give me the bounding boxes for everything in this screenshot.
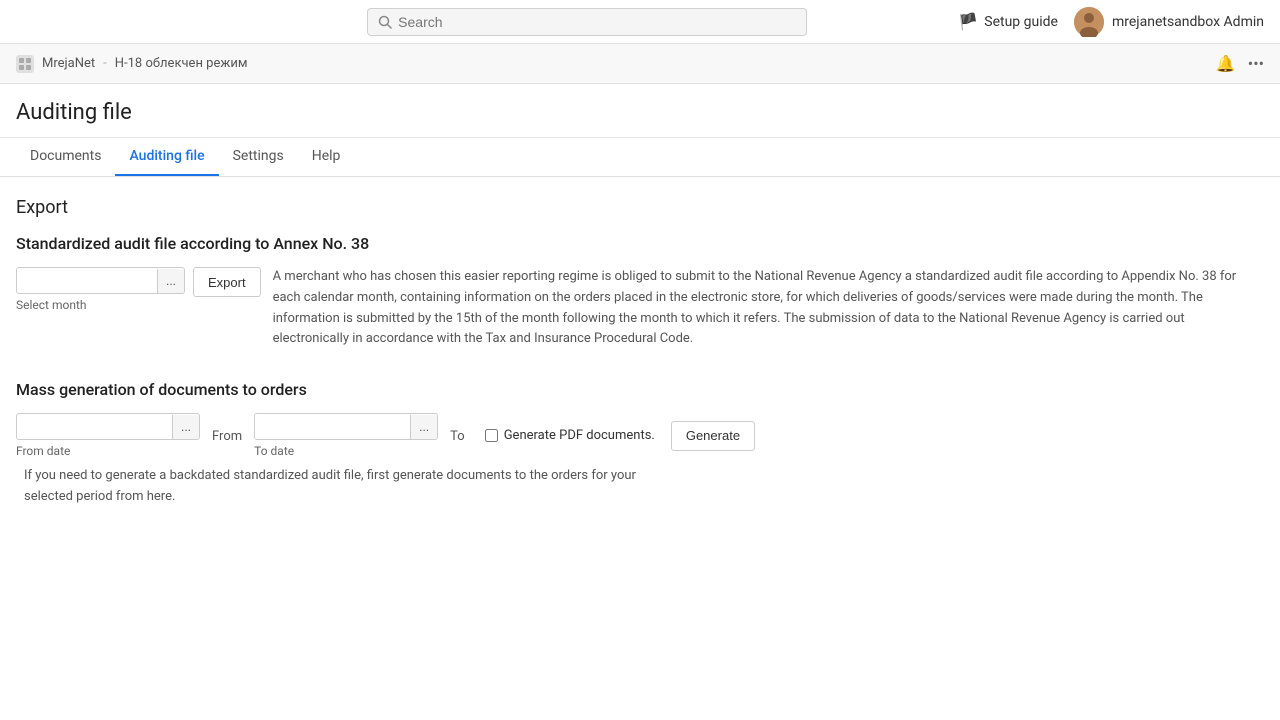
from-date-input[interactable]	[17, 414, 172, 439]
tabs-bar: Documents Auditing file Settings Help	[0, 138, 1280, 177]
from-date-selector: ...	[16, 413, 200, 440]
setup-guide-link[interactable]: 🏴 Setup guide	[958, 12, 1058, 31]
user-area[interactable]: mrejanetsandbox Admin	[1074, 7, 1264, 37]
more-options-icon[interactable]: •••	[1248, 54, 1264, 73]
search-box	[367, 8, 807, 36]
generate-pdf-label[interactable]: Generate PDF documents.	[504, 428, 655, 443]
export-section-title: Export	[16, 197, 1264, 218]
month-selector: ...	[16, 267, 185, 294]
store-name: MrejaNet	[42, 56, 95, 71]
tab-help[interactable]: Help	[298, 138, 355, 176]
annex-title: Standardized audit file according to Ann…	[16, 234, 1264, 253]
store-bar: MrejaNet - Н-18 облекчен режим 🔔 •••	[0, 44, 1280, 84]
mass-generation-section: Mass generation of documents to orders .…	[16, 380, 1264, 508]
generate-pdf-checkbox[interactable]	[485, 429, 498, 442]
to-date-group: ... To date	[254, 413, 438, 458]
search-input[interactable]	[398, 14, 796, 30]
from-label-inline: From	[212, 427, 242, 444]
to-label-inline: To	[450, 427, 465, 444]
generate-description: If you need to generate a backdated stan…	[24, 466, 644, 508]
month-input[interactable]	[17, 268, 157, 293]
store-info: MrejaNet - Н-18 облекчен режим	[16, 55, 247, 73]
search-icon	[378, 15, 392, 29]
export-section: Export Standardized audit file according…	[16, 197, 1264, 350]
month-selector-group: ... Select month	[16, 267, 185, 312]
flag-icon: 🏴	[958, 12, 978, 31]
separator: -	[103, 56, 107, 71]
top-bar-right: 🏴 Setup guide mrejanetsandbox Admin	[958, 7, 1264, 37]
main-content: Export Standardized audit file according…	[0, 177, 1280, 528]
to-date-selector: ...	[254, 413, 438, 440]
annex-description: A merchant who has chosen this easier re…	[273, 267, 1264, 350]
month-picker-button[interactable]: ...	[157, 269, 184, 293]
tab-settings[interactable]: Settings	[219, 138, 298, 176]
from-date-picker-button[interactable]: ...	[172, 415, 199, 439]
store-mode: Н-18 облекчен режим	[115, 56, 248, 71]
to-date-label: To date	[254, 444, 438, 458]
from-date-label: From date	[16, 444, 200, 458]
mass-gen-title: Mass generation of documents to orders	[16, 380, 1264, 399]
export-row: ... Select month Export A merchant who h…	[16, 267, 1264, 350]
tab-documents[interactable]: Documents	[16, 138, 115, 176]
grid-icon	[19, 58, 31, 70]
mass-gen-row: ... From date From ... To date To Genera…	[16, 413, 1264, 508]
export-button[interactable]: Export	[193, 267, 261, 297]
search-container	[367, 8, 807, 36]
page-title-bar: Auditing file	[0, 84, 1280, 138]
top-navigation-bar: 🏴 Setup guide mrejanetsandbox Admin	[0, 0, 1280, 44]
page-title: Auditing file	[16, 100, 1264, 125]
select-month-label: Select month	[16, 298, 185, 312]
generate-pdf-group: Generate PDF documents.	[485, 428, 655, 443]
bell-icon[interactable]: 🔔	[1216, 54, 1236, 73]
setup-guide-label: Setup guide	[984, 14, 1058, 30]
avatar-icon	[1074, 7, 1104, 37]
to-date-input[interactable]	[255, 414, 410, 439]
store-bar-right: 🔔 •••	[1216, 54, 1264, 73]
tab-auditing-file[interactable]: Auditing file	[115, 138, 218, 176]
to-date-picker-button[interactable]: ...	[410, 415, 437, 439]
avatar	[1074, 7, 1104, 37]
store-icon	[16, 55, 34, 73]
generate-button[interactable]: Generate	[671, 421, 755, 451]
user-name-label: mrejanetsandbox Admin	[1112, 14, 1264, 30]
from-date-group: ... From date	[16, 413, 200, 458]
